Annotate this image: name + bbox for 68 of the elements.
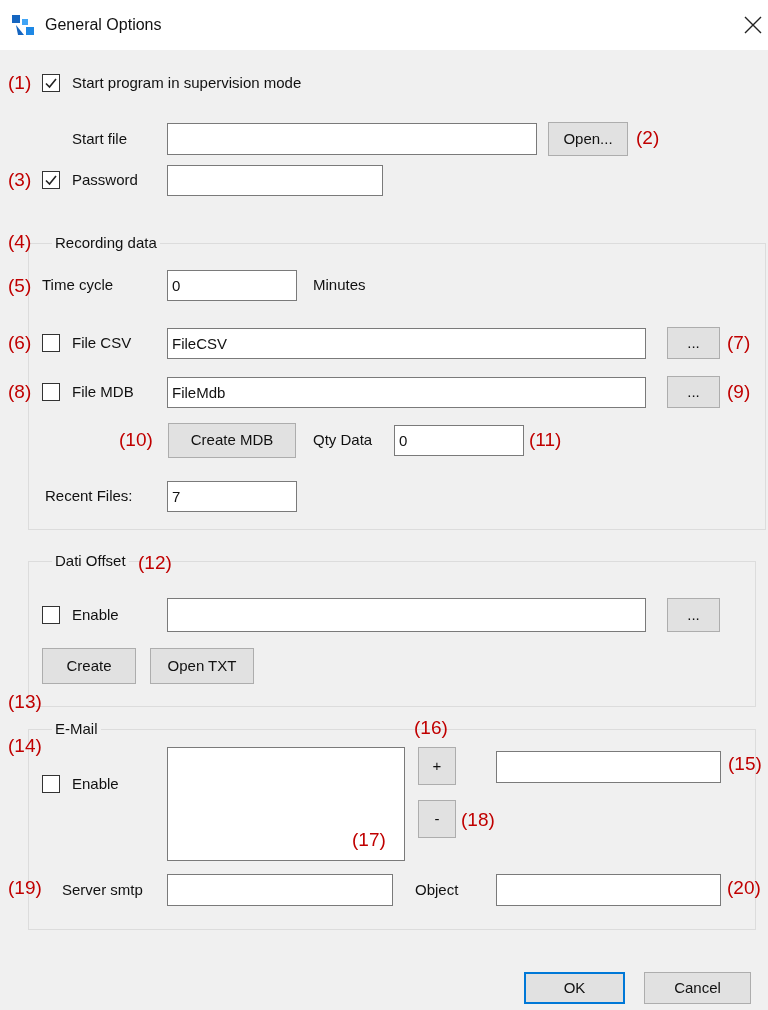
- checkbox[interactable]: [42, 383, 60, 401]
- list-box[interactable]: [167, 747, 405, 861]
- group-title: Recording data: [54, 233, 158, 253]
- annotation-number: (6): [8, 331, 32, 355]
- annotation-number: (12): [138, 551, 172, 575]
- button[interactable]: +: [418, 747, 456, 785]
- field-label: Qty Data: [313, 430, 374, 451]
- annotation-number: (10): [119, 428, 153, 452]
- group-title: Dati Offset: [54, 551, 127, 571]
- field-label: Minutes: [313, 275, 366, 296]
- annotation-number: (9): [727, 380, 751, 404]
- input-field[interactable]: [496, 874, 721, 906]
- annotation-number: (8): [8, 380, 32, 404]
- field-label: Recent Files:: [45, 486, 134, 507]
- input-field[interactable]: [167, 598, 646, 632]
- annotation-number: (17): [352, 828, 386, 852]
- checkbox-label: Enable: [72, 774, 119, 794]
- checkbox-label: Password: [72, 169, 139, 190]
- annotation-number: (4): [8, 230, 32, 254]
- button[interactable]: OK: [524, 972, 625, 1004]
- annotation-number: (15): [728, 752, 762, 776]
- input-field[interactable]: [167, 164, 383, 196]
- annotation-number: (16): [414, 716, 448, 740]
- annotation-number: (19): [8, 876, 42, 900]
- checkbox-label: File MDB: [72, 381, 135, 402]
- annotation-number: (7): [727, 331, 751, 355]
- input-field[interactable]: [167, 123, 537, 155]
- button[interactable]: Create: [42, 648, 136, 684]
- annotation-number: (11): [529, 428, 562, 452]
- field-label: Start file: [72, 128, 129, 149]
- input-field[interactable]: FileCSV: [167, 327, 646, 359]
- field-label: Time cycle: [42, 275, 115, 296]
- input-field[interactable]: [167, 874, 393, 906]
- button[interactable]: Open...: [548, 122, 628, 156]
- button[interactable]: ...: [667, 598, 720, 632]
- annotation-number: (20): [727, 876, 761, 900]
- annotation-number: (13): [8, 690, 42, 714]
- close-icon[interactable]: [744, 16, 762, 34]
- checkbox-label: File CSV: [72, 332, 133, 353]
- annotation-number: (5): [8, 274, 32, 298]
- checkbox[interactable]: [42, 74, 60, 92]
- input-field[interactable]: 0: [167, 270, 297, 301]
- checkbox[interactable]: [42, 775, 60, 794]
- field-label: Object: [415, 879, 460, 900]
- field-label: Server smtp: [62, 879, 144, 900]
- button[interactable]: ...: [667, 376, 720, 408]
- input-field[interactable]: FileMdb: [167, 376, 646, 408]
- input-field[interactable]: 0: [394, 425, 524, 456]
- annotation-number: (1): [8, 71, 32, 95]
- checkbox-label: Start program in supervision mode: [72, 72, 302, 93]
- annotation-number: (14): [8, 734, 42, 758]
- window-title: General Options: [45, 15, 162, 35]
- app-icon: [12, 15, 34, 35]
- button[interactable]: Create MDB: [168, 423, 296, 458]
- annotation-number: (18): [461, 808, 495, 832]
- button[interactable]: Open TXT: [150, 648, 254, 684]
- input-field[interactable]: [496, 751, 721, 783]
- input-field[interactable]: 7: [167, 481, 297, 512]
- button[interactable]: Cancel: [644, 972, 751, 1004]
- annotation-number: (3): [8, 168, 32, 192]
- checkbox[interactable]: [42, 334, 60, 352]
- group-title: E-Mail: [54, 719, 99, 739]
- button[interactable]: ...: [667, 327, 720, 359]
- checkbox-label: Enable: [72, 604, 120, 625]
- checkbox[interactable]: [42, 606, 60, 624]
- annotation-number: (2): [636, 126, 660, 150]
- button[interactable]: -: [418, 800, 456, 838]
- checkbox[interactable]: [42, 171, 60, 189]
